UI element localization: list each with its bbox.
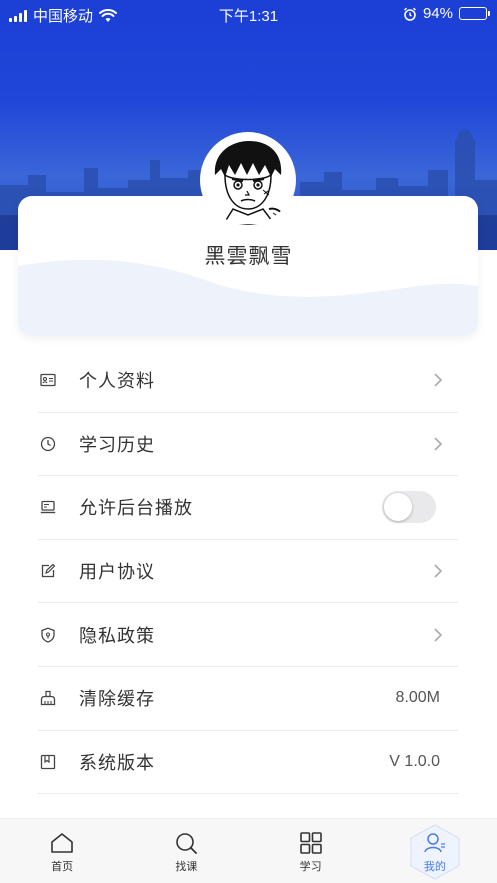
tab-label: 找课 (175, 861, 198, 873)
laptop-icon (38, 497, 58, 517)
menu-item-history[interactable]: 学习历史 (38, 413, 458, 477)
menu-item-user-agreement[interactable]: 用户协议 (38, 540, 458, 604)
avatar[interactable] (200, 132, 296, 228)
menu-item-label: 隐私政策 (79, 625, 155, 646)
chevron-right-icon (434, 628, 443, 642)
tab-mine[interactable]: 我的 (373, 819, 497, 883)
menu-item-profile[interactable]: 个人资料 (38, 349, 458, 413)
grid-icon (299, 832, 322, 854)
home-icon (51, 833, 73, 853)
broom-icon (38, 688, 58, 708)
shield-icon (38, 625, 58, 645)
menu-item-background-play: 允许后台播放 (38, 476, 458, 540)
chevron-right-icon (434, 373, 443, 387)
menu-item-label: 允许后台播放 (79, 498, 193, 519)
user-icon (424, 833, 445, 853)
tab-label: 我的 (423, 861, 446, 873)
background-play-toggle[interactable] (382, 491, 436, 524)
menu-item-system-version: 系统版本 V 1.0.0 (38, 731, 458, 795)
menu-item-privacy-policy[interactable]: 隐私政策 (38, 603, 458, 667)
clock-icon (38, 434, 58, 454)
bookmark-icon (38, 752, 58, 772)
menu-item-clear-cache[interactable]: 清除缓存 8.00M (38, 667, 458, 731)
tab-find-course[interactable]: 找课 (124, 819, 248, 883)
avatar-image (203, 135, 293, 225)
cache-size-value: 8.00M (395, 689, 440, 707)
menu-item-label: 系统版本 (79, 752, 155, 773)
menu-item-label: 用户协议 (79, 562, 155, 583)
search-icon (176, 833, 198, 854)
id-card-icon (38, 370, 58, 390)
battery-icon (459, 7, 490, 20)
menu-item-label: 清除缓存 (79, 689, 155, 710)
alarm-icon (403, 7, 416, 21)
chevron-right-icon (434, 437, 443, 451)
menu-item-label: 个人资料 (79, 371, 155, 392)
tab-label: 学习 (299, 861, 322, 873)
edit-icon (38, 561, 58, 581)
status-bar: 中国移动 下午1:31 94% (0, 0, 497, 28)
battery-percent: 94% (422, 5, 453, 22)
tab-study[interactable]: 学习 (249, 819, 373, 883)
settings-menu: 个人资料 学习历史 允许后台播放 用户协议 隐私政策 清除缓存 8.00M 系统… (38, 349, 458, 795)
tab-home[interactable]: 首页 (0, 819, 124, 883)
username: 黑雲飘雪 (204, 245, 293, 268)
toggle-knob (384, 493, 412, 522)
menu-item-label: 学习历史 (79, 434, 155, 455)
chevron-right-icon (434, 564, 443, 578)
bottom-tab-bar: 首页 找课 学习 我的 (0, 818, 497, 883)
tab-label: 首页 (51, 861, 74, 873)
version-value: V 1.0.0 (389, 752, 440, 770)
